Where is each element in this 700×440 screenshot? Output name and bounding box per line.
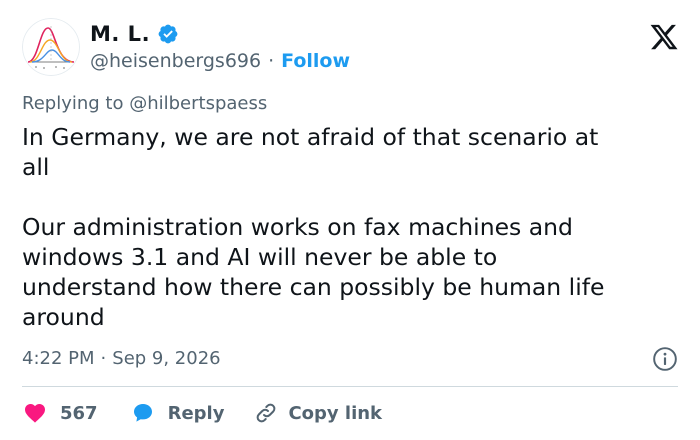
avatar-bell-curve-icon bbox=[22, 18, 80, 76]
like-button[interactable]: 567 bbox=[22, 401, 98, 425]
tweet-text: In Germany, we are not afraid of that sc… bbox=[22, 123, 605, 331]
replying-to-prefix: Replying to bbox=[22, 93, 124, 114]
verified-badge-icon bbox=[158, 24, 178, 44]
replying-to-line: Replying to @hilbertspaess bbox=[22, 93, 267, 114]
reply-button[interactable]: Reply bbox=[130, 401, 225, 425]
follow-button[interactable]: Follow bbox=[281, 50, 350, 72]
tweet-date: Sep 9, 2026 bbox=[112, 348, 221, 369]
info-icon[interactable] bbox=[652, 346, 678, 372]
author-display-name[interactable]: M. L. bbox=[90, 22, 150, 46]
tweet-time: 4:22 PM bbox=[22, 348, 95, 369]
speech-bubble-icon bbox=[133, 404, 152, 422]
avatar[interactable] bbox=[22, 18, 80, 76]
copy-link-label: Copy link bbox=[288, 402, 383, 424]
reply-label: Reply bbox=[167, 402, 225, 424]
heart-icon bbox=[25, 404, 45, 423]
tweet-header: M. L. @heisenbergs696 · Follow bbox=[22, 18, 682, 78]
tweet-timestamp[interactable]: 4:22 PM · Sep 9, 2026 bbox=[22, 348, 221, 369]
separator-dot: · bbox=[268, 50, 275, 72]
like-count: 567 bbox=[60, 402, 98, 424]
replying-to-handle[interactable]: @hilbertspaess bbox=[129, 93, 267, 114]
author-name-row: M. L. bbox=[90, 22, 179, 46]
link-icon bbox=[257, 403, 276, 423]
actions-divider bbox=[22, 386, 678, 387]
timestamp-separator: · bbox=[100, 348, 107, 369]
author-handle[interactable]: @heisenbergs696 bbox=[90, 50, 261, 72]
author-handle-row: @heisenbergs696 · Follow bbox=[90, 50, 350, 72]
tweet-actions: 567 Reply Copy link bbox=[22, 398, 382, 428]
x-logo-icon[interactable] bbox=[648, 22, 680, 52]
copy-link-button[interactable]: Copy link bbox=[254, 401, 382, 425]
